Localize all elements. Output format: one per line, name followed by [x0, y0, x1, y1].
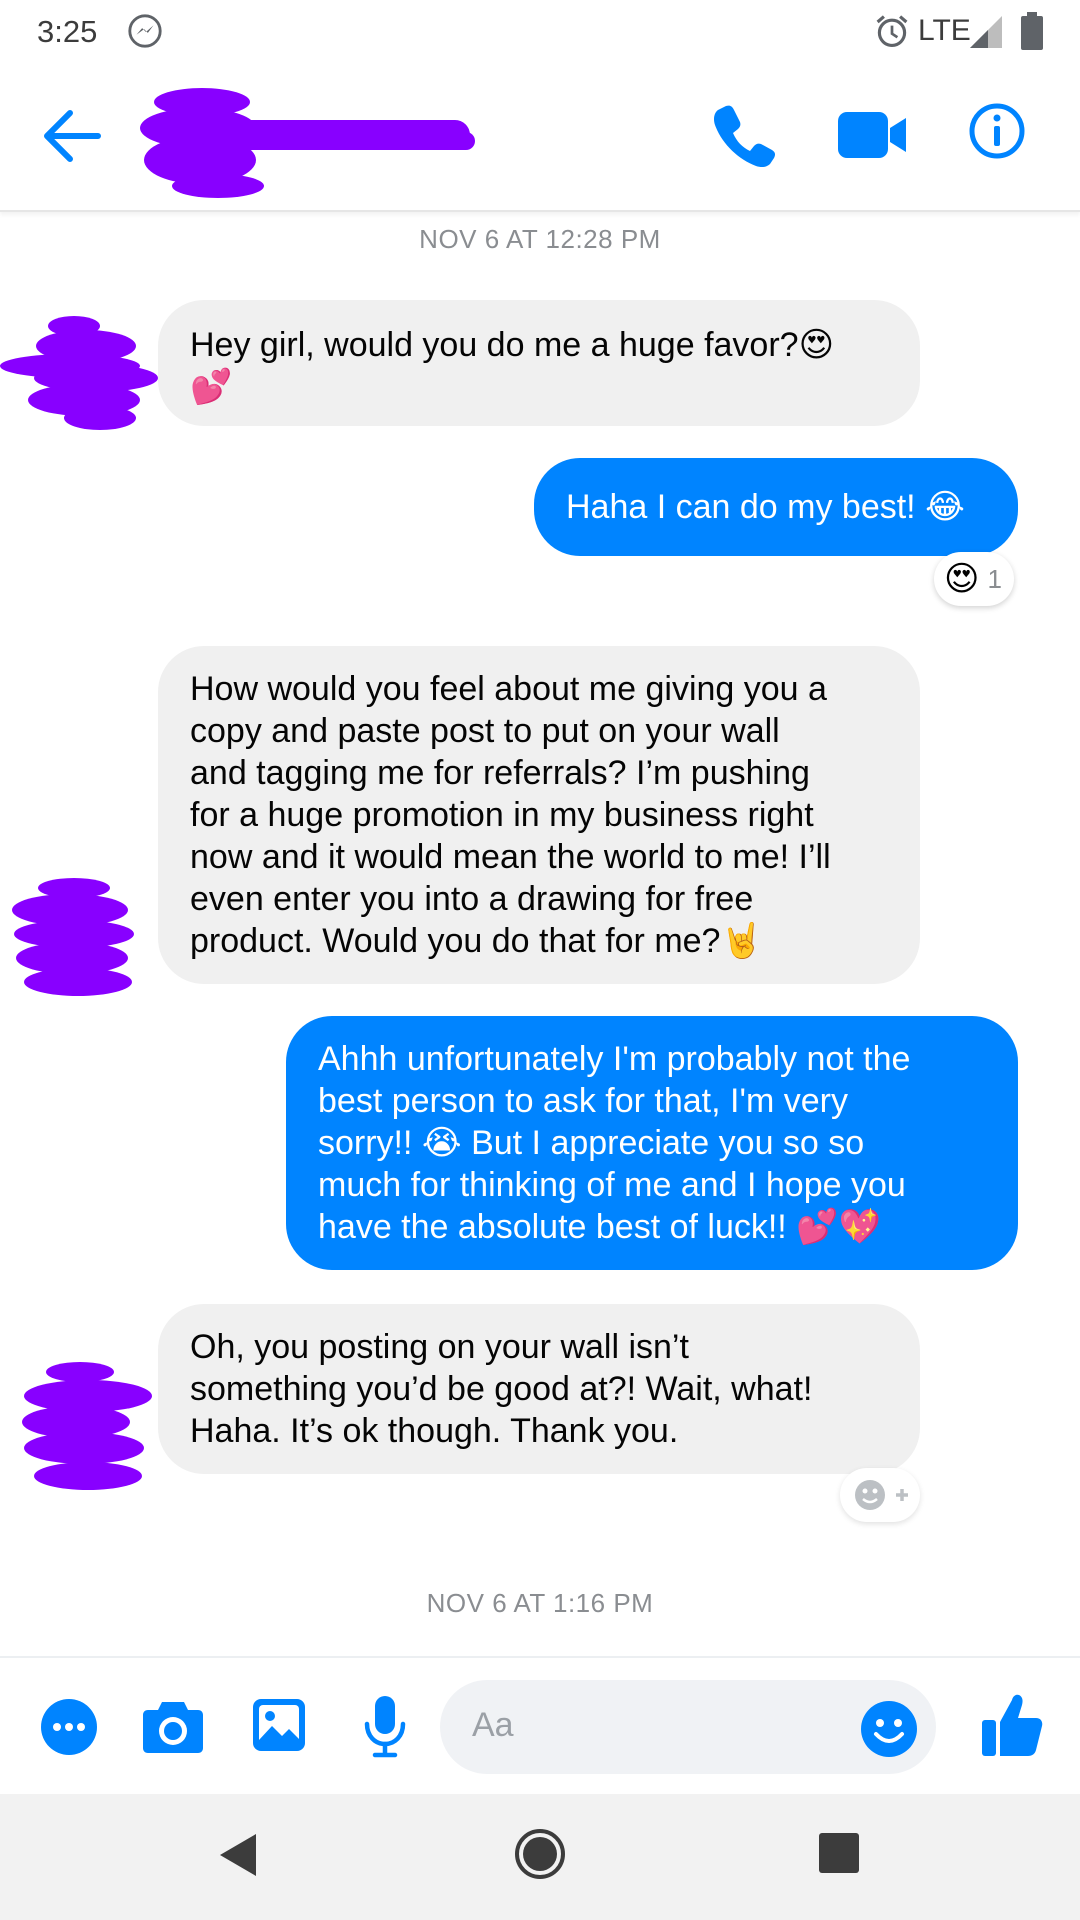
outgoing-message[interactable]: Haha I can do my best! 😂	[534, 458, 1018, 556]
message-input[interactable]: Aa	[440, 1680, 936, 1774]
battery-icon	[1021, 12, 1043, 50]
system-navigation-bar	[0, 1794, 1080, 1920]
microphone-icon[interactable]	[362, 1694, 408, 1758]
message-reaction[interactable]: 😍 1	[934, 552, 1014, 606]
reaction-emoji: 😍	[944, 560, 980, 598]
phone-call-icon[interactable]	[712, 102, 778, 168]
home-circle-icon[interactable]	[514, 1828, 566, 1880]
timestamp: NOV 6 AT 12:28 PM	[419, 224, 661, 254]
back-arrow-icon[interactable]	[40, 106, 102, 166]
info-icon[interactable]	[968, 102, 1026, 160]
alarm-icon	[876, 15, 908, 47]
video-call-icon[interactable]	[836, 110, 908, 160]
conversation-header	[0, 62, 1080, 212]
contact-name-redacted[interactable]	[140, 80, 480, 200]
incoming-message[interactable]: How would you feel about me giving you a…	[158, 646, 920, 984]
more-icon[interactable]	[40, 1698, 98, 1756]
reaction-count: 1	[987, 563, 1002, 594]
message-composer: Aa	[0, 1656, 1080, 1796]
back-triangle-icon[interactable]	[216, 1830, 260, 1880]
incoming-message[interactable]: Oh, you posting on your wall isn’t somet…	[158, 1304, 920, 1474]
contact-avatar-redacted[interactable]	[0, 312, 162, 436]
incoming-message[interactable]: Hey girl, would you do me a huge favor?😍…	[158, 300, 920, 426]
outgoing-message[interactable]: Ahhh unfortunately I'm probably not the …	[286, 1016, 1018, 1270]
status-time: 3:25	[37, 14, 98, 49]
message-input-placeholder: Aa	[472, 1706, 514, 1744]
status-bar: 3:25 LTE	[0, 0, 1080, 62]
emoji-icon[interactable]	[860, 1700, 918, 1758]
like-icon[interactable]	[980, 1692, 1044, 1758]
camera-icon[interactable]	[142, 1698, 204, 1754]
messenger-icon	[128, 14, 162, 48]
contact-avatar-redacted[interactable]	[8, 876, 138, 1000]
recents-square-icon[interactable]	[818, 1832, 860, 1874]
add-reaction-icon[interactable]	[840, 1468, 920, 1522]
signal-icon	[970, 16, 1002, 48]
gallery-icon[interactable]	[252, 1698, 306, 1752]
network-type: LTE	[918, 14, 971, 47]
timestamp: NOV 6 AT 1:16 PM	[426, 1588, 654, 1618]
contact-avatar-redacted[interactable]	[18, 1360, 158, 1494]
